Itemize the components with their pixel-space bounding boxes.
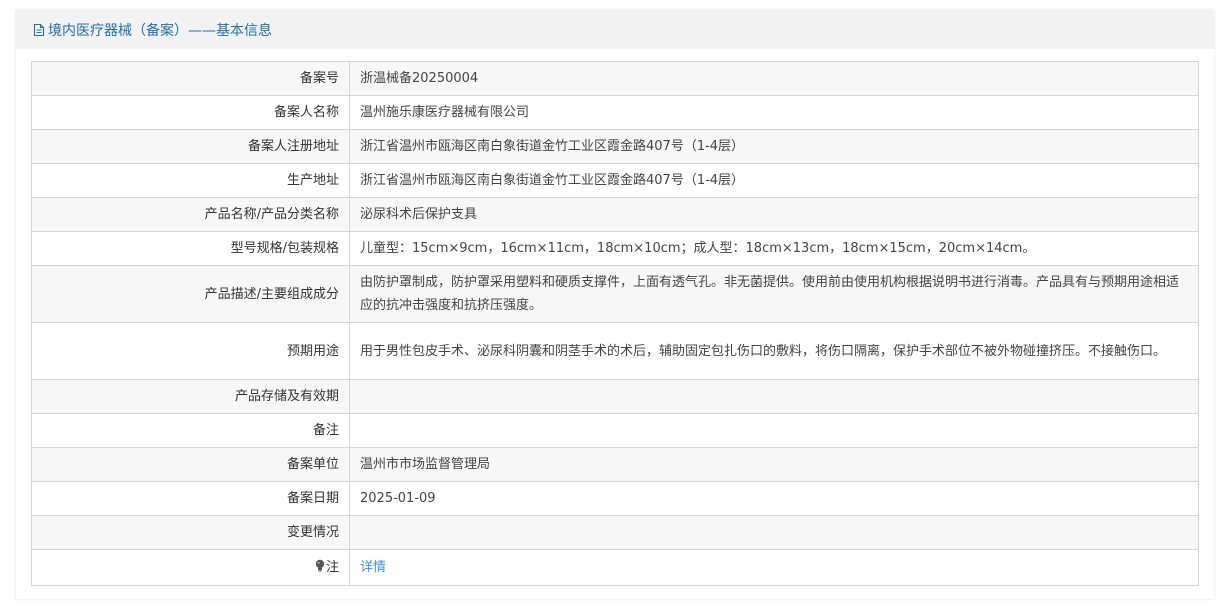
row-value-storage-validity bbox=[349, 379, 1199, 414]
row-value-registrant-address: 浙江省温州市瓯海区南白象街道金竹工业区霞金路407号（1-4层） bbox=[349, 129, 1199, 164]
row-label-change-status: 变更情况 bbox=[31, 515, 350, 550]
table-row: 生产地址 浙江省温州市瓯海区南白象街道金竹工业区霞金路407号（1-4层） bbox=[31, 163, 1199, 198]
row-label-record-number: 备案号 bbox=[31, 61, 350, 96]
panel-header: 境内医疗器械（备案）——基本信息 bbox=[16, 10, 1214, 49]
basic-info-panel: 境内医疗器械（备案）——基本信息 备案号 浙温械备20250004 备案人名称 … bbox=[16, 10, 1214, 599]
table-row: 变更情况 bbox=[31, 515, 1199, 550]
note-row-value: 详情 bbox=[349, 549, 1199, 586]
table-row: 备案日期 2025-01-09 bbox=[31, 481, 1199, 516]
row-label-record-unit: 备案单位 bbox=[31, 447, 350, 482]
row-value-product-description: 由防护罩制成，防护罩采用塑料和硬质支撑件，上面有透气孔。非无菌提供。使用前由使用… bbox=[349, 265, 1199, 323]
row-label-product-description: 产品描述/主要组成成分 bbox=[31, 265, 350, 323]
table-row: 型号规格/包装规格 儿童型：15cm×9cm，16cm×11cm，18cm×10… bbox=[31, 231, 1199, 266]
note-row-label: 注 bbox=[31, 549, 350, 586]
row-value-record-date: 2025-01-09 bbox=[349, 481, 1199, 516]
row-value-remarks bbox=[349, 413, 1199, 448]
row-value-change-status bbox=[349, 515, 1199, 550]
row-label-intended-use: 预期用途 bbox=[31, 322, 350, 380]
table-row: 产品名称/产品分类名称 泌尿科术后保护支具 bbox=[31, 197, 1199, 232]
row-label-registrant-address: 备案人注册地址 bbox=[31, 129, 350, 164]
row-value-product-name: 泌尿科术后保护支具 bbox=[349, 197, 1199, 232]
row-value-record-unit: 温州市市场监督管理局 bbox=[349, 447, 1199, 482]
row-label-production-address: 生产地址 bbox=[31, 163, 350, 198]
row-label-storage-validity: 产品存储及有效期 bbox=[31, 379, 350, 414]
row-value-intended-use: 用于男性包皮手术、泌尿科阴囊和阴茎手术的术后，辅助固定包扎伤口的敷料，将伤口隔离… bbox=[349, 322, 1199, 380]
table-row: 产品存储及有效期 bbox=[31, 379, 1199, 414]
note-label: 注 bbox=[325, 560, 339, 575]
row-value-registrant-name: 温州施乐康医疗器械有限公司 bbox=[349, 95, 1199, 130]
table-row: 预期用途 用于男性包皮手术、泌尿科阴囊和阴茎手术的术后，辅助固定包扎伤口的敷料，… bbox=[31, 322, 1199, 380]
info-table: 备案号 浙温械备20250004 备案人名称 温州施乐康医疗器械有限公司 备案人… bbox=[31, 61, 1199, 586]
table-row: 备案单位 温州市市场监督管理局 bbox=[31, 447, 1199, 482]
row-value-record-number: 浙温械备20250004 bbox=[349, 61, 1199, 96]
row-label-registrant-name: 备案人名称 bbox=[31, 95, 350, 130]
table-row: 备案人注册地址 浙江省温州市瓯海区南白象街道金竹工业区霞金路407号（1-4层） bbox=[31, 129, 1199, 164]
table-row: 备案号 浙温械备20250004 bbox=[31, 61, 1199, 96]
table-row: 备案人名称 温州施乐康医疗器械有限公司 bbox=[31, 95, 1199, 130]
row-label-model-spec: 型号规格/包装规格 bbox=[31, 231, 350, 266]
table-row: 注 详情 bbox=[31, 549, 1199, 586]
row-label-record-date: 备案日期 bbox=[31, 481, 350, 516]
row-value-model-spec: 儿童型：15cm×9cm，16cm×11cm，18cm×10cm；成人型：18c… bbox=[349, 231, 1199, 266]
page-title: 境内医疗器械（备案）——基本信息 bbox=[48, 22, 272, 39]
row-label-remarks: 备注 bbox=[31, 413, 350, 448]
table-row: 产品描述/主要组成成分 由防护罩制成，防护罩采用塑料和硬质支撑件，上面有透气孔。… bbox=[31, 265, 1199, 323]
lightbulb-icon bbox=[314, 557, 326, 572]
row-label-product-name: 产品名称/产品分类名称 bbox=[31, 197, 350, 232]
table-row: 备注 bbox=[31, 413, 1199, 448]
document-icon bbox=[32, 23, 46, 37]
row-value-production-address: 浙江省温州市瓯海区南白象街道金竹工业区霞金路407号（1-4层） bbox=[349, 163, 1199, 198]
details-link[interactable]: 详情 bbox=[360, 560, 386, 575]
